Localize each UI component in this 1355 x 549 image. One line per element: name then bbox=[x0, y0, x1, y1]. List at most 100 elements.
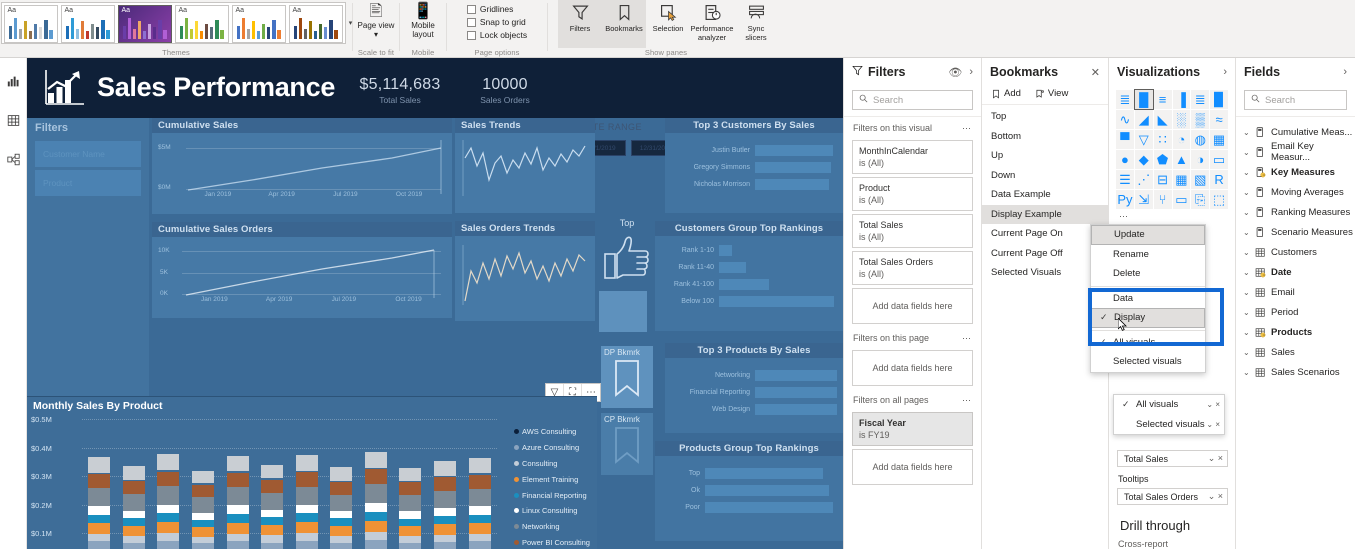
filters-section-more-icon[interactable]: ⋯ bbox=[962, 395, 972, 406]
chevron-down-icon[interactable]: ⌄ bbox=[1243, 248, 1250, 257]
field-item[interactable]: ⌄ Products bbox=[1236, 322, 1355, 342]
map-icon[interactable]: ● bbox=[1116, 150, 1134, 169]
theme-accent[interactable]: Aa bbox=[288, 5, 343, 43]
model-relationship-icon[interactable] bbox=[0, 144, 27, 174]
visual-top-3-products-by-sales[interactable]: Top 3 Products By Sales Networking Financ… bbox=[665, 343, 843, 433]
context-menu-item[interactable]: Delete bbox=[1091, 264, 1205, 284]
card-icon[interactable]: ▭ bbox=[1210, 150, 1228, 169]
show-pane-bookmarks-button[interactable]: Bookmarks bbox=[602, 0, 646, 48]
chevron-down-icon[interactable]: ⌄ bbox=[1243, 228, 1250, 237]
chevron-down-icon[interactable]: ⌄ bbox=[1243, 168, 1250, 177]
slicer-icon[interactable]: ⊟ bbox=[1153, 170, 1172, 189]
show-pane-filters-button[interactable]: Filters bbox=[558, 0, 602, 48]
filter-card[interactable]: MonthInCalendar is (All) bbox=[852, 140, 973, 174]
view-bookmark-button[interactable]: View bbox=[1035, 88, 1068, 99]
visual-customers-group-top-rankings[interactable]: Customers Group Top Rankings Rank 1-10 Ra… bbox=[655, 221, 843, 331]
tooltips-well[interactable]: Total Sales Orders ⌄ × bbox=[1117, 488, 1228, 505]
chevron-down-icon[interactable]: ⌄ bbox=[1243, 368, 1250, 377]
field-item[interactable]: ⌄ Customers bbox=[1236, 242, 1355, 262]
bookmark-item[interactable]: Down bbox=[982, 166, 1108, 186]
field-item[interactable]: ⌄ Period bbox=[1236, 302, 1355, 322]
paginated-report-icon[interactable]: ⎘ bbox=[1191, 190, 1210, 209]
qna-icon[interactable]: ▭ bbox=[1172, 190, 1191, 209]
chevron-right-icon[interactable]: › bbox=[969, 66, 973, 78]
context-menu-item[interactable]: Data bbox=[1091, 289, 1205, 309]
add-bookmark-button[interactable]: Add bbox=[991, 88, 1021, 99]
theme-colorful[interactable]: Aa bbox=[231, 5, 286, 43]
all-visuals-option-actions[interactable]: ⌄ × bbox=[1206, 400, 1224, 409]
page-option-snap-to-grid[interactable]: Snap to grid bbox=[466, 17, 527, 27]
filter-card[interactable]: Total Sales is (All) bbox=[852, 214, 973, 248]
filter-card[interactable]: Product is (All) bbox=[852, 177, 973, 211]
chart-bar[interactable] bbox=[434, 461, 457, 549]
chart-bar[interactable] bbox=[157, 453, 180, 549]
theme-default[interactable]: Aa bbox=[3, 5, 58, 43]
data-table-icon[interactable] bbox=[0, 105, 27, 135]
stacked-area-chart-icon[interactable]: ◣ bbox=[1153, 110, 1172, 129]
line-chart-icon[interactable]: ∿ bbox=[1116, 110, 1134, 129]
filter-drop-zone[interactable]: Add data fields here bbox=[852, 449, 973, 485]
ribbon-chart-icon[interactable]: ≈ bbox=[1210, 110, 1228, 129]
show-pane-sync-slicers-button[interactable]: Sync slicers bbox=[734, 0, 778, 48]
lock-objects-checkbox[interactable] bbox=[466, 30, 476, 40]
bookmark-item[interactable]: Bottom bbox=[982, 127, 1108, 147]
field-item[interactable]: ⌄ Email bbox=[1236, 282, 1355, 302]
visual-products-group-top-rankings[interactable]: Products Group Top Rankings Top Ok Poor bbox=[655, 441, 843, 541]
area-chart-icon[interactable]: ◢ bbox=[1134, 110, 1153, 129]
snap-to-grid-checkbox[interactable] bbox=[466, 17, 476, 27]
page-option-lock-objects[interactable]: Lock objects bbox=[466, 30, 527, 40]
chart-legend-item[interactable]: Element Training bbox=[514, 471, 592, 487]
chevron-down-icon[interactable]: ⌄ bbox=[1243, 268, 1250, 277]
chart-bar[interactable] bbox=[330, 467, 353, 549]
clustered-bar-chart-icon[interactable]: ≡ bbox=[1153, 90, 1172, 109]
chevron-down-icon[interactable]: ⌄ bbox=[1243, 188, 1250, 197]
chart-legend-item[interactable]: Financial Reporting bbox=[514, 487, 592, 503]
filter-card[interactable]: Total Sales Orders is (All) bbox=[852, 251, 973, 285]
field-item[interactable]: ⌄ Date bbox=[1236, 262, 1355, 282]
filters-section-more-icon[interactable]: ⋯ bbox=[962, 333, 972, 344]
funnel-chart-icon[interactable]: ▽ bbox=[1134, 130, 1153, 149]
slicer-customer-name[interactable]: Customer Name bbox=[35, 141, 141, 167]
filter-drop-zone[interactable]: Add data fields here bbox=[852, 350, 973, 386]
context-menu-item[interactable]: Rename bbox=[1091, 245, 1205, 265]
visual-monthly-sales-by-product[interactable]: Monthly Sales By Product $0.0M$0.1M$0.2M… bbox=[27, 396, 597, 549]
stacked-column-chart-icon[interactable]: █ bbox=[1133, 89, 1154, 110]
chart-bar[interactable] bbox=[88, 456, 111, 549]
gauge-icon[interactable]: ◑ bbox=[1191, 150, 1210, 169]
chart-bar[interactable] bbox=[364, 451, 387, 549]
field-item[interactable]: ⌄ Email Key Measur... bbox=[1236, 141, 1355, 163]
fields-search-input[interactable]: Search bbox=[1244, 90, 1347, 110]
chart-legend-item[interactable]: Networking bbox=[514, 519, 592, 535]
donut-chart-icon[interactable]: ◍ bbox=[1191, 130, 1210, 149]
multi-row-card-icon[interactable]: ☰ bbox=[1116, 170, 1134, 189]
python-visual-icon[interactable]: Py bbox=[1116, 190, 1134, 209]
values-well-actions[interactable]: ⌄ × bbox=[1208, 453, 1223, 464]
matrix-icon[interactable]: ▧ bbox=[1191, 170, 1210, 189]
table-icon[interactable]: ▦ bbox=[1172, 170, 1191, 189]
decomposition-tree-icon[interactable]: ⑂ bbox=[1153, 190, 1172, 209]
chart-legend-item[interactable]: AWS Consulting bbox=[514, 424, 592, 440]
chevron-down-icon[interactable]: ⌄ bbox=[1243, 148, 1250, 157]
theme-blue[interactable]: Aa bbox=[60, 5, 115, 43]
show-pane-selection-button[interactable]: Selection bbox=[646, 0, 690, 48]
eye-icon[interactable]: 👁 bbox=[948, 66, 962, 79]
100-stacked-bar-chart-icon[interactable]: ≣ bbox=[1191, 90, 1210, 109]
chevron-right-icon[interactable]: › bbox=[1343, 66, 1347, 78]
all-visuals-dropdown[interactable]: ✓ All visuals ⌄ × Selected visuals ⌄ × bbox=[1113, 394, 1225, 435]
arcgis-map-icon[interactable]: ▲ bbox=[1172, 150, 1191, 169]
pie-chart-icon[interactable]: ◔ bbox=[1172, 130, 1191, 149]
mobile-layout-button[interactable]: 📱 Mobile layout bbox=[400, 0, 446, 46]
field-item[interactable]: ⌄ Cumulative Meas... bbox=[1236, 122, 1355, 142]
bookmark-item[interactable]: Top bbox=[982, 107, 1108, 127]
chart-bar[interactable] bbox=[468, 458, 491, 549]
filter-drop-zone[interactable]: Add data fields here bbox=[852, 288, 973, 324]
context-menu-item[interactable]: ✓ Display bbox=[1091, 308, 1205, 328]
values-well[interactable]: Total Sales ⌄ × bbox=[1117, 450, 1228, 467]
chart-legend-item[interactable]: Azure Consulting bbox=[514, 440, 592, 456]
bookmark-item[interactable]: Display Example bbox=[982, 204, 1108, 224]
chevron-down-icon[interactable]: ⌄ bbox=[1243, 308, 1250, 317]
gridlines-checkbox[interactable] bbox=[466, 4, 476, 14]
close-icon[interactable]: ✕ bbox=[1091, 66, 1100, 79]
top-thumbs-up-visual[interactable]: Top bbox=[599, 218, 655, 332]
all-visuals-option[interactable]: ✓ All visuals ⌄ × bbox=[1114, 395, 1224, 415]
